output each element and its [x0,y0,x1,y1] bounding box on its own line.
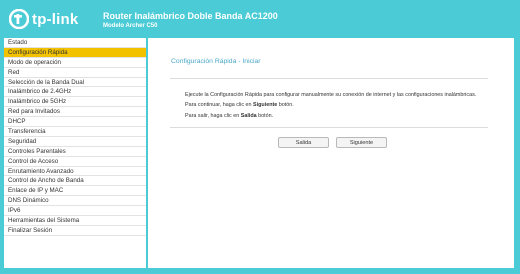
exit-prefix: Para salir, haga clic en [185,113,240,119]
tp-link-logo: tp-link [9,9,104,31]
next-button[interactable]: Siguiente [336,137,387,148]
main-panel: Configuración Rápida - Iniciar Ejecute l… [148,38,514,268]
router-title: Router Inalámbrico Doble Banda AC1200 [103,11,278,21]
page-title: Configuración Rápida - Iniciar [171,58,261,65]
sidebar-menu: Estado Configuración Rápida Modo de oper… [4,38,146,268]
exit-keyword: Salida [240,113,257,119]
tp-link-logo-icon [9,9,29,29]
divider-top [170,78,488,79]
sidebar-item-ancho-banda[interactable]: Control de Ancho de Banda [4,176,146,187]
router-model: Modelo Archer C50 [103,23,158,29]
sidebar-item-inalambrico-24[interactable]: Inalámbrico de 2.4GHz [4,87,146,98]
sidebar-item-seguridad[interactable]: Seguridad [4,137,146,147]
sidebar-item-finalizar-sesion[interactable]: Finalizar Sesión [4,226,146,236]
sidebar-item-ipv6[interactable]: IPv6 [4,206,146,217]
sidebar-item-modo-operacion[interactable]: Modo de operación [4,58,146,68]
sidebar-item-estado[interactable]: Estado [4,38,146,48]
header-bar: tp-link Router Inalámbrico Doble Banda A… [0,0,520,38]
sidebar-item-herramientas[interactable]: Herramientas del Sistema [4,216,146,226]
exit-suffix: botón. [258,113,274,119]
logo-text: tp-link [32,11,79,28]
divider-bottom [170,127,488,128]
sidebar-item-controles-parentales[interactable]: Controles Parentales [4,147,146,157]
intro-text: Ejecute la Configuración Rápida para con… [185,92,477,98]
sidebar-item-dhcp[interactable]: DHCP [4,117,146,128]
sidebar-item-configuracion-rapida[interactable]: Configuración Rápida [4,47,146,58]
sidebar-item-enlace-ip-mac[interactable]: Enlace de IP y MAC [4,186,146,197]
continue-suffix: botón. [278,102,294,108]
sidebar-item-dns-dinamico[interactable]: DNS Dinámico [4,196,146,207]
sidebar-item-red[interactable]: Red [4,68,146,78]
sidebar-item-transferencia[interactable]: Transferencia [4,127,146,137]
sidebar-item-control-acceso[interactable]: Control de Acceso [4,157,146,167]
continue-instruction: Para continuar, haga clic en Siguiente b… [185,102,294,108]
sidebar-item-inalambrico-5[interactable]: Inalámbrico de 5GHz [4,97,146,108]
continue-prefix: Para continuar, haga clic en [185,102,252,108]
exit-instruction: Para salir, haga clic en Salida botón. [185,113,273,119]
continue-keyword: Siguiente [253,102,278,108]
sidebar-item-red-invitados[interactable]: Red para Invitados [4,107,146,118]
sidebar-item-enrutamiento[interactable]: Enrutamiento Avanzado [4,167,146,177]
sidebar-item-banda-dual[interactable]: Selección de la Banda Dual [4,78,146,88]
exit-button[interactable]: Salida [278,137,329,148]
